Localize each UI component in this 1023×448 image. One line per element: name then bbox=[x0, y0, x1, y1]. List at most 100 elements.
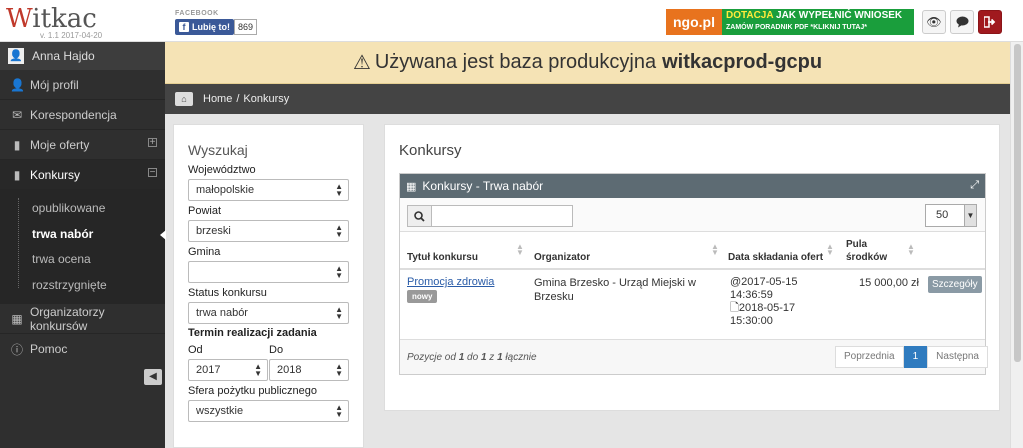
book-icon: ▮ bbox=[13, 137, 21, 152]
expand-icon[interactable]: + bbox=[148, 138, 157, 148]
competitions-card: Konkursy ▦ Konkursy - Trwa nabór ⤢ 50 ▼ … bbox=[384, 124, 1000, 411]
arrow-left-icon: ◀ bbox=[149, 371, 157, 382]
building-icon: ▦ bbox=[11, 311, 23, 326]
chevron-down-icon: ▼ bbox=[964, 205, 976, 226]
sphere-label: Sfera pożytku publicznego bbox=[188, 385, 318, 397]
new-badge: nowy bbox=[407, 290, 438, 303]
voivodeship-select[interactable]: małopolskie ▲ ▼ bbox=[188, 179, 349, 201]
breadcrumb-current: Konkursy bbox=[243, 93, 290, 105]
breadcrumb: ⌂ Home / Konkursy bbox=[165, 84, 1010, 114]
end-date: 2018-05-17 bbox=[738, 302, 796, 314]
pool-amount: 15 000,00 zł bbox=[859, 277, 919, 289]
select-arrows-icon: ▲ ▼ bbox=[335, 182, 343, 198]
sort-icon[interactable]: ▲ ▼ bbox=[711, 243, 719, 257]
col-organizer[interactable]: Organizator bbox=[534, 252, 590, 263]
page-size-select[interactable]: 50 ▼ bbox=[925, 204, 977, 227]
sidebar-item-profile[interactable]: 👤 Mój profil bbox=[0, 70, 165, 100]
sidebar-item-competitions[interactable]: ▮ Konkursy − bbox=[0, 160, 165, 190]
select-arrows-icon: ▲ ▼ bbox=[254, 362, 262, 378]
logout-icon bbox=[984, 16, 996, 28]
details-button[interactable]: Szczegóły bbox=[928, 276, 982, 293]
submenu-item-evaluation[interactable]: trwa ocena bbox=[0, 247, 165, 273]
from-label: Od bbox=[188, 344, 203, 356]
book-icon: ▮ bbox=[13, 167, 21, 182]
user-panel[interactable]: 👤 Anna Hajdo bbox=[0, 42, 165, 70]
submenu-item-resolved[interactable]: rozstrzygnięte bbox=[0, 273, 165, 299]
status-select[interactable]: trwa nabór ▲ ▼ bbox=[188, 302, 349, 324]
table-header: Tytuł konkursu ▲ ▼ Organizator ▲ ▼ Data sk… bbox=[400, 232, 985, 270]
col-pool-line1[interactable]: Pula bbox=[846, 239, 867, 250]
page-title: Konkursy bbox=[399, 142, 462, 159]
facebook-icon: f bbox=[179, 22, 189, 32]
next-page-button[interactable]: Następna bbox=[927, 346, 988, 368]
sort-icon[interactable]: ▲ ▼ bbox=[516, 243, 524, 257]
sidebar-collapse-button[interactable]: ◀ bbox=[144, 369, 162, 385]
ad-subline: ZAMÓW PORADNIK PDF *KLIKNIJ TUTAJ* bbox=[726, 24, 868, 31]
widget-title: Konkursy - Trwa nabór bbox=[422, 179, 544, 193]
submenu-item-open-call[interactable]: trwa nabór bbox=[0, 222, 166, 248]
messages-button[interactable] bbox=[950, 10, 974, 34]
fullscreen-icon[interactable]: ⤢ bbox=[970, 179, 979, 192]
sort-icon[interactable]: ▲ ▼ bbox=[826, 243, 834, 257]
scrollbar-thumb[interactable] bbox=[1014, 44, 1021, 362]
at-icon: @ bbox=[730, 276, 742, 288]
to-label: Do bbox=[269, 344, 284, 356]
prev-page-button[interactable]: Poprzednia bbox=[835, 346, 904, 368]
sort-icon[interactable]: ▲ ▼ bbox=[907, 243, 915, 257]
competitions-submenu: opublikowane trwa nabór trwa ocena rozst… bbox=[0, 190, 166, 304]
sidebar-item-help[interactable]: ⓘ Pomoc bbox=[0, 334, 165, 364]
collapse-icon[interactable]: − bbox=[148, 168, 157, 178]
app-logo[interactable]: Witkac bbox=[6, 4, 97, 34]
table-footer: Pozycje od 1 do 1 z 1 łącznie Poprzednia… bbox=[400, 340, 988, 374]
info-icon: ⓘ bbox=[10, 342, 23, 357]
sphere-select[interactable]: wszystkie ▲ ▼ bbox=[188, 400, 349, 422]
facebook-like-text: Lubię to! bbox=[192, 22, 230, 32]
app-version: v. 1.1 2017-04-20 bbox=[40, 31, 103, 40]
col-date[interactable]: Data składania ofert bbox=[728, 252, 823, 263]
start-date: 2017-05-15 bbox=[741, 276, 798, 288]
sidebar-item-correspondence[interactable]: ✉ Korespondencja bbox=[0, 100, 165, 130]
select-arrows-icon: ▲ ▼ bbox=[335, 264, 343, 280]
table-row: Promocja zdrowia nowy Gmina Brzesko - Ur… bbox=[400, 270, 985, 340]
home-icon[interactable]: ⌂ bbox=[175, 92, 193, 106]
warning-icon: ⚠ bbox=[352, 52, 371, 74]
col-title[interactable]: Tytuł konkursu bbox=[407, 252, 478, 263]
facebook-like-button[interactable]: f Lubię to! bbox=[175, 19, 234, 35]
sidebar: 👤 Anna Hajdo 👤 Mój profil ✉ Korespondenc… bbox=[0, 42, 166, 448]
comment-icon bbox=[956, 16, 968, 28]
table-icon: ▦ bbox=[406, 180, 417, 193]
breadcrumb-separator: / bbox=[236, 93, 240, 105]
commune-label: Gmina bbox=[188, 246, 221, 258]
county-select[interactable]: brzeski ▲ ▼ bbox=[188, 220, 349, 242]
facebook-like-count: 869 bbox=[234, 19, 258, 35]
competitions-widget: ▦ Konkursy - Trwa nabór ⤢ 50 ▼ Tytuł kon… bbox=[399, 173, 988, 375]
commune-select[interactable]: ▲ ▼ bbox=[188, 261, 349, 283]
competition-title-link[interactable]: Promocja zdrowia bbox=[407, 276, 494, 288]
logout-button[interactable] bbox=[978, 10, 1002, 34]
search-panel: Wyszukaj Województwo małopolskie ▲ ▼ Powi… bbox=[173, 124, 364, 448]
search-button[interactable] bbox=[407, 205, 431, 227]
eye-icon: 👁 bbox=[926, 15, 942, 29]
organizer-line2: Brzesku bbox=[534, 291, 574, 303]
search-input[interactable] bbox=[431, 205, 573, 227]
breadcrumb-home[interactable]: Home bbox=[203, 93, 232, 105]
submenu-item-published[interactable]: opublikowane bbox=[0, 196, 165, 222]
from-year-select[interactable]: 2017 ▲ ▼ bbox=[188, 359, 268, 381]
widget-header: ▦ Konkursy - Trwa nabór ⤢ bbox=[400, 174, 985, 198]
preview-button[interactable]: 👁 bbox=[922, 10, 946, 34]
voivodeship-label: Województwo bbox=[188, 164, 256, 176]
select-arrows-icon: ▲ ▼ bbox=[335, 403, 343, 419]
county-label: Powiat bbox=[188, 205, 222, 217]
term-label: Termin realizacji zadania bbox=[188, 327, 317, 339]
page-scrollbar[interactable] bbox=[1010, 42, 1023, 448]
top-bar: Witkac v. 1.1 2017-04-20 FACEBOOK f Lubi… bbox=[0, 0, 1023, 42]
sidebar-item-offers[interactable]: ▮ Moje oferty + bbox=[0, 130, 165, 160]
select-arrows-icon: ▲ ▼ bbox=[335, 223, 343, 239]
ad-banner[interactable]: ngo.pl DOTACJA JAK WYPEŁNIĆ WNIOSEK ZAMÓ… bbox=[666, 9, 914, 35]
table-toolbar: 50 ▼ bbox=[400, 198, 985, 232]
environment-warning: ⚠ Używana jest baza produkcyjna witkacpr… bbox=[165, 42, 1010, 84]
to-year-select[interactable]: 2018 ▲ ▼ bbox=[269, 359, 349, 381]
sidebar-item-organizers[interactable]: ▦ Organizatorzy konkursów bbox=[0, 304, 165, 334]
page-1-button[interactable]: 1 bbox=[903, 346, 928, 368]
col-pool-line2[interactable]: środków bbox=[846, 252, 887, 263]
